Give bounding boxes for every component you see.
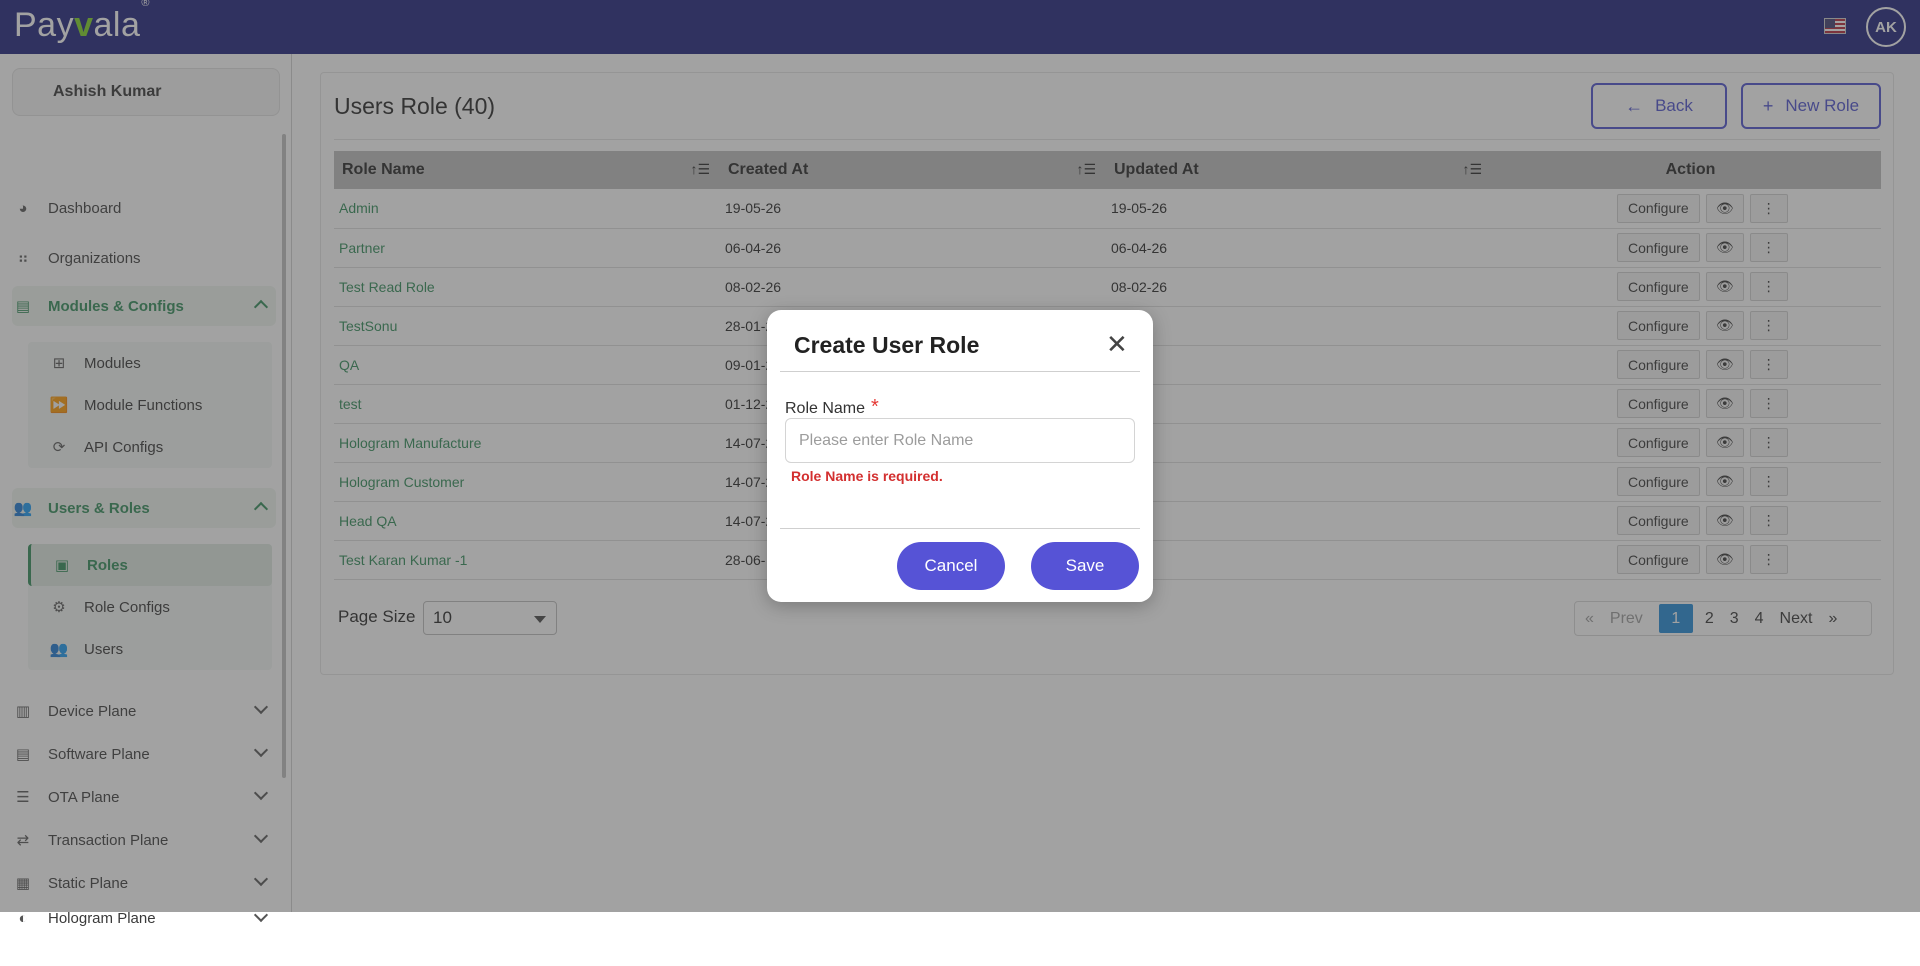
cancel-button[interactable]: Cancel (897, 542, 1005, 590)
save-button[interactable]: Save (1031, 542, 1139, 590)
required-mark: * (871, 396, 879, 418)
dialog-title: Create User Role (794, 332, 980, 358)
role-name-input[interactable] (785, 418, 1135, 463)
shield-icon: ◐ (18, 909, 28, 927)
role-name-label-text: Role Name (785, 400, 866, 417)
role-name-label: Role Name * (785, 396, 879, 419)
dialog-header-divider (780, 371, 1140, 372)
close-icon[interactable]: ✕ (1106, 331, 1128, 357)
create-user-role-dialog: Create User Role ✕ Role Name * Role Name … (767, 310, 1153, 602)
sidebar-item-label: Hologram Plane (48, 909, 156, 927)
app-frame: Payvala® AK Ashish Kumar ◕ Dashboard ⠶ O… (0, 0, 1920, 927)
role-name-error: Role Name is required. (791, 468, 943, 484)
dialog-footer-divider (780, 528, 1140, 529)
